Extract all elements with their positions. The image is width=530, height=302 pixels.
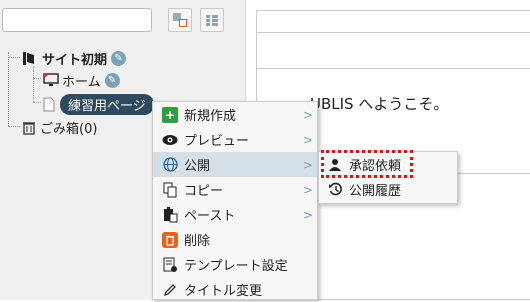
- tree-node-trash-label: ごみ箱(0): [40, 122, 98, 137]
- menu-item-label: 削除: [184, 234, 211, 249]
- nav-frame: [256, 32, 530, 68]
- menu-item-publish[interactable]: 公開 >: [153, 152, 317, 177]
- clip-icon: ✎: [111, 51, 127, 66]
- submenu-arrow-icon: >: [302, 182, 313, 197]
- submenu-arrow-icon: >: [302, 157, 313, 172]
- submenu-arrow-icon: >: [302, 207, 313, 222]
- copy-icon: [162, 182, 178, 198]
- menu-item-copy[interactable]: コピー >: [153, 177, 317, 202]
- tree-node-trash[interactable]: ごみ箱(0): [22, 118, 97, 137]
- welcome-text: UBLIS へようこそ。: [310, 95, 449, 113]
- menu-item-label: 公開: [184, 159, 211, 174]
- menu-item-template[interactable]: テンプレート設定: [153, 252, 317, 277]
- trash-bin-icon: [23, 122, 35, 135]
- site-icon: [23, 52, 34, 65]
- tree-node-root-label: サイト初期: [42, 53, 108, 68]
- menu-item-preview[interactable]: プレビュー >: [153, 127, 317, 152]
- globe-icon: [162, 157, 178, 173]
- submenu-arrow-icon: >: [302, 132, 313, 147]
- menu-item-delete[interactable]: 削除: [153, 227, 317, 252]
- menu-item-label: コピー: [184, 184, 224, 199]
- header-frame: [256, 10, 530, 32]
- template-icon: [162, 257, 178, 273]
- paste-icon: [162, 206, 178, 223]
- clip-icon: ✎: [104, 73, 120, 88]
- trash-icon: [162, 231, 178, 248]
- sitemap-view-button[interactable]: [168, 8, 192, 32]
- tree-node-root[interactable]: サイト初期 ✎: [22, 49, 127, 68]
- submenu-item-label: 公開履歴: [349, 184, 402, 199]
- page-icon: [43, 97, 55, 112]
- menu-item-label: テンプレート設定: [184, 259, 288, 274]
- list-view-button[interactable]: [200, 8, 224, 32]
- menu-item-label: プレビュー: [184, 134, 250, 149]
- context-menu: + 新規作成 > プレビュー > 公開 > コピー > ペースト > 削除 テン…: [152, 101, 318, 300]
- submenu-arrow-icon: >: [302, 107, 313, 122]
- history-icon: [327, 182, 343, 198]
- menu-item-label: タイトル変更: [184, 284, 263, 299]
- highlight-annotation: [321, 150, 413, 178]
- tree-node-home[interactable]: ホーム ✎: [43, 71, 120, 90]
- menu-item-label: ペースト: [184, 209, 236, 224]
- tree-node-practice-label: 練習用ページ: [60, 94, 154, 115]
- menu-item-rename[interactable]: タイトル変更: [153, 277, 317, 302]
- tree-node-practice[interactable]: 練習用ページ: [43, 94, 154, 115]
- menu-item-new[interactable]: + 新規作成 >: [153, 102, 317, 127]
- tree-node-home-label: ホーム: [62, 75, 101, 90]
- menu-item-paste[interactable]: ペースト >: [153, 202, 317, 227]
- pencil-icon: [162, 282, 178, 298]
- search-input[interactable]: [2, 8, 152, 32]
- monitor-icon: [43, 73, 59, 86]
- grid-icon: [206, 15, 218, 26]
- eye-icon: [162, 132, 178, 148]
- sitemap-icon: [173, 13, 187, 27]
- add-icon: +: [162, 106, 178, 123]
- submenu-item-publish-history[interactable]: 公開履歴: [319, 177, 457, 202]
- menu-item-label: 新規作成: [184, 109, 237, 124]
